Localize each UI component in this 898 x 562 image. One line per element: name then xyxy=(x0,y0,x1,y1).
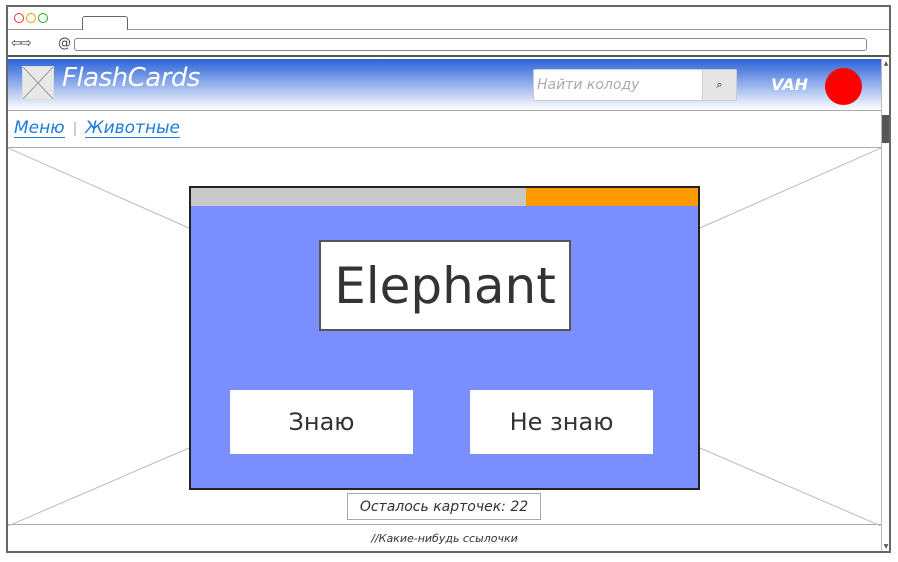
main-content: Elephant Знаю Не знаю Осталось карточек:… xyxy=(8,147,881,526)
breadcrumb: Меню | Животные xyxy=(14,119,180,138)
dont-know-button[interactable]: Не знаю xyxy=(470,390,653,454)
search-input[interactable] xyxy=(537,74,697,96)
window-controls xyxy=(14,13,48,23)
breadcrumb-separator: | xyxy=(72,120,78,137)
flashcard: Elephant Знаю Не знаю xyxy=(189,186,700,490)
scroll-up-icon[interactable]: ▲ xyxy=(882,60,890,67)
url-input[interactable] xyxy=(74,38,867,51)
logo-placeholder-icon[interactable] xyxy=(22,66,54,100)
scroll-thumb[interactable] xyxy=(882,115,889,143)
site-header: FlashCards ⌕ VAH xyxy=(8,59,881,111)
url-prefix-icon: @ xyxy=(58,36,71,51)
page-scrollbar[interactable]: ▲ ▼ xyxy=(881,59,889,551)
footer-links[interactable]: //Какие-нибудь ссылочки xyxy=(8,525,881,551)
browser-window: ⇦⇨ @ FlashCards ⌕ VAH ▲ ▼ Меню | Животны… xyxy=(6,5,891,553)
know-button[interactable]: Знаю xyxy=(230,390,413,454)
search-button[interactable]: ⌕ xyxy=(702,70,736,100)
close-window-button[interactable] xyxy=(14,13,24,23)
scroll-down-icon[interactable]: ▼ xyxy=(882,543,890,550)
maximize-window-button[interactable] xyxy=(38,13,48,23)
remaining-cards-counter: Осталось карточек: 22 xyxy=(347,493,541,520)
progress-bar xyxy=(191,188,698,206)
card-word[interactable]: Elephant xyxy=(319,240,571,331)
progress-fill xyxy=(525,188,698,206)
minimize-window-button[interactable] xyxy=(26,13,36,23)
back-forward-icon[interactable]: ⇦⇨ xyxy=(11,36,32,51)
breadcrumb-animals-link[interactable]: Животные xyxy=(85,119,180,138)
breadcrumb-menu-link[interactable]: Меню xyxy=(14,119,65,138)
avatar[interactable] xyxy=(825,68,862,105)
address-bar: ⇦⇨ @ xyxy=(8,31,889,57)
search-icon: ⌕ xyxy=(716,78,723,91)
user-name[interactable]: VAH xyxy=(771,75,808,94)
brand-title[interactable]: FlashCards xyxy=(62,63,200,93)
title-bar xyxy=(8,7,889,30)
search-box: ⌕ xyxy=(533,69,737,101)
browser-tab[interactable] xyxy=(82,16,128,30)
